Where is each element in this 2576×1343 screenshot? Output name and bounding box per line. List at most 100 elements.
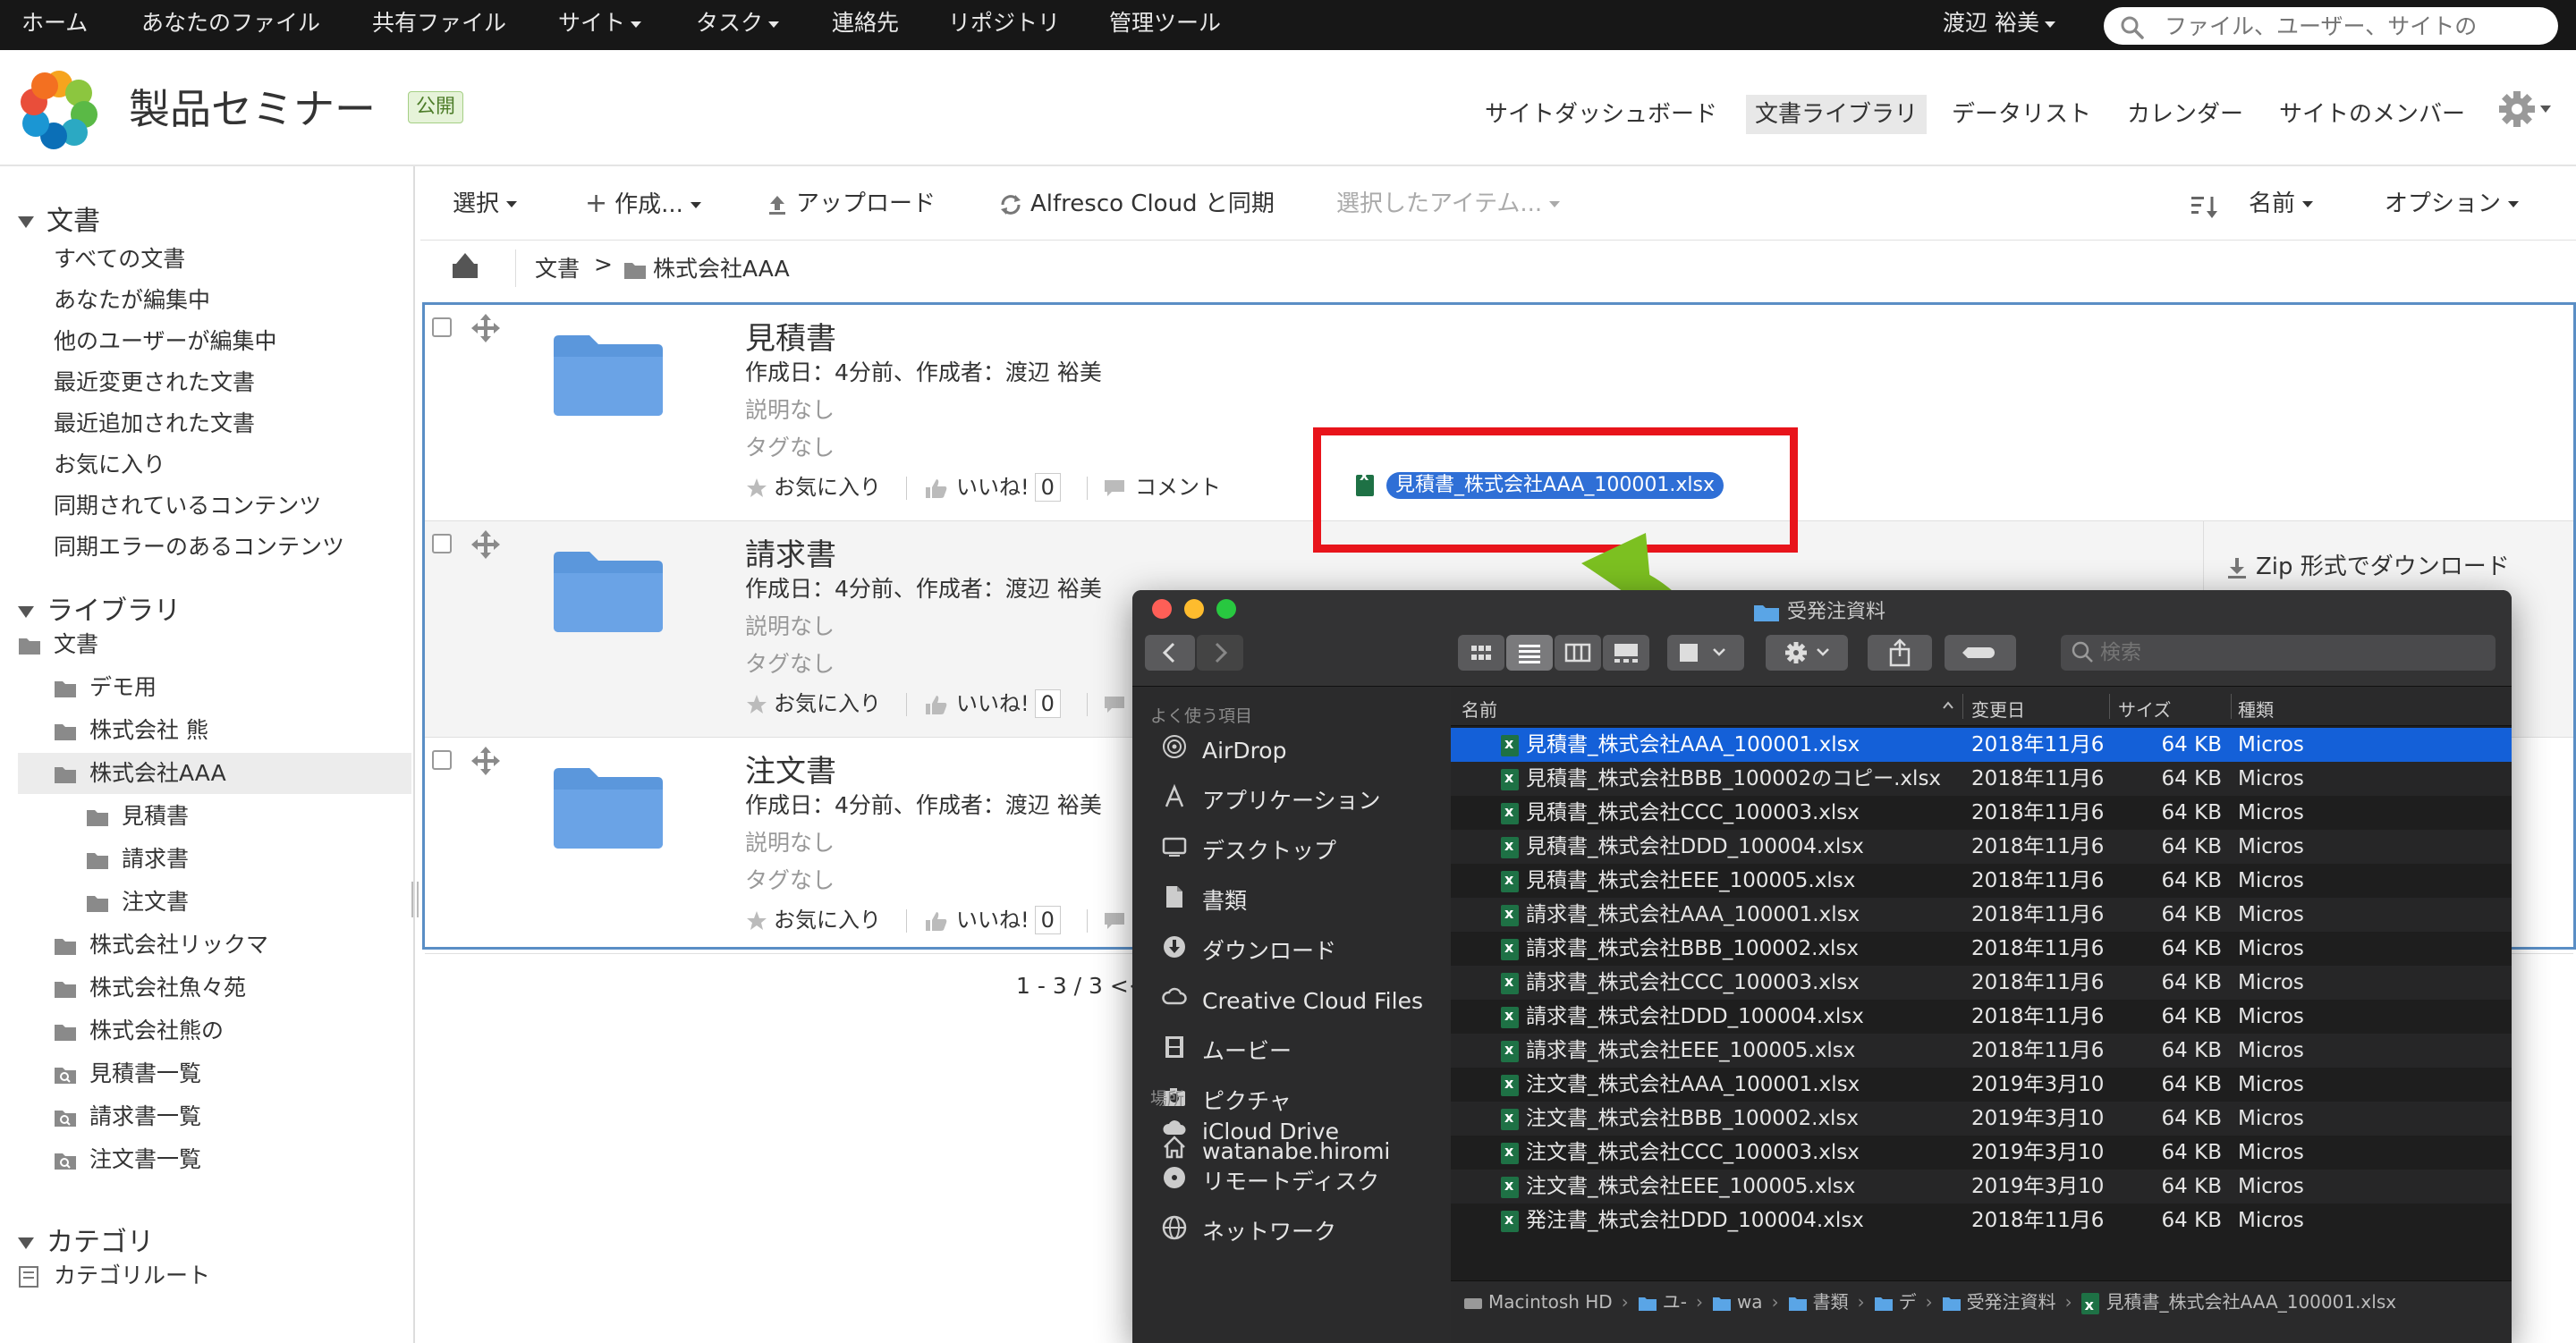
file-row[interactable]: 見積書_株式会社CCC_100003.xlsx 2018年11月6日 0:45 64…: [1451, 796, 2512, 830]
finder-sidebar-item[interactable]: 書類: [1159, 883, 1247, 919]
tree-node[interactable]: 注文書一覧: [54, 1139, 201, 1180]
file-row[interactable]: 見積書_株式会社DDD_100004.xlsx 2018年11月6日 0:45 64…: [1451, 830, 2512, 864]
document-title[interactable]: 見積書: [745, 314, 836, 358]
sidebar-category-heading[interactable]: カテゴリ: [18, 1220, 154, 1259]
like-button[interactable]: いいね! 0: [924, 688, 1061, 720]
user-menu[interactable]: 渡辺 裕美: [1943, 0, 2055, 50]
finder-sidebar-item[interactable]: デスクトップ: [1159, 833, 1336, 869]
tree-node[interactable]: 株式会社熊の: [54, 1010, 224, 1052]
search-input[interactable]: [2165, 11, 2540, 41]
finder-sidebar-item[interactable]: Creative Cloud Files: [1159, 984, 1423, 1019]
path-segment[interactable]: 書類: [1788, 1291, 1849, 1313]
column-divider[interactable]: [2109, 694, 2110, 719]
tree-node[interactable]: 株式会社AAA: [18, 753, 411, 794]
column-view-button[interactable]: [1555, 635, 1601, 671]
document-thumbnail[interactable]: [550, 546, 666, 639]
pagination[interactable]: 1 - 3 / 3 <<: [1016, 973, 1148, 999]
finder-sidebar-item[interactable]: ダウンロード: [1159, 933, 1336, 969]
action-menu-button[interactable]: [1766, 635, 1848, 671]
zip-download-action[interactable]: Zip 形式でダウンロード: [2225, 548, 2510, 581]
document-title[interactable]: 注文書: [745, 747, 836, 790]
column-header-kind[interactable]: 種類: [2238, 696, 2274, 722]
document-thumbnail[interactable]: [550, 763, 666, 856]
column-divider[interactable]: [2231, 694, 2232, 719]
file-row[interactable]: 発注書_株式会社DDD_100004.xlsx 2018年11月6日 0:45 64…: [1451, 1204, 2512, 1237]
filter-editing-others[interactable]: 他のユーザーが編集中: [54, 324, 277, 356]
file-row[interactable]: 注文書_株式会社EEE_100005.xlsx 2019年3月10日 22:06 6…: [1451, 1170, 2512, 1204]
close-window-button[interactable]: [1152, 599, 1172, 619]
nav-repository[interactable]: リポジトリ: [948, 0, 1060, 50]
sidebar-documents-heading[interactable]: 文書: [18, 198, 100, 238]
tree-node[interactable]: 株式会社 熊: [54, 710, 208, 751]
list-view-button[interactable]: [1506, 635, 1553, 671]
site-nav-dashboard[interactable]: サイトダッシュボード: [1485, 95, 1717, 134]
tree-node[interactable]: 株式会社リックマ: [54, 925, 268, 966]
path-segment[interactable]: ユ-: [1638, 1291, 1687, 1313]
tree-node[interactable]: 請求書一覧: [54, 1096, 201, 1137]
tree-node[interactable]: 請求書: [86, 839, 189, 880]
finder-search[interactable]: [2061, 635, 2496, 671]
finder-sidebar-item[interactable]: ムービー: [1159, 1034, 1292, 1069]
column-header-modified[interactable]: 変更日: [1971, 696, 2025, 722]
move-handle[interactable]: [470, 312, 502, 348]
finder-sidebar-item[interactable]: AirDrop: [1159, 733, 1286, 769]
row-checkbox[interactable]: [432, 750, 452, 770]
document-title[interactable]: 請求書: [745, 530, 836, 574]
favorite-button[interactable]: お気に入り: [745, 688, 881, 720]
file-row[interactable]: 請求書_株式会社BBB_100002.xlsx 2018年11月6日 0:45 64…: [1451, 932, 2512, 966]
file-row[interactable]: 見積書_株式会社BBB_100002のコピー.xlsx 2018年11月6日 0:…: [1451, 762, 2512, 796]
finder-sidebar-item[interactable]: ネットワーク: [1159, 1214, 1336, 1250]
file-row[interactable]: 注文書_株式会社BBB_100002.xlsx 2019年3月10日 22:06 6…: [1451, 1102, 2512, 1136]
path-segment[interactable]: 見積書_株式会社AAA_100001.xlsx: [2080, 1285, 2396, 1322]
comment-button[interactable]: コメント: [1103, 471, 1221, 503]
gear-icon[interactable]: [2497, 89, 2556, 129]
global-search[interactable]: [2104, 7, 2558, 45]
sidebar-resize-handle[interactable]: [411, 882, 419, 917]
move-handle[interactable]: [470, 745, 502, 781]
path-segment[interactable]: wa: [1712, 1291, 1763, 1313]
minimize-window-button[interactable]: [1184, 599, 1204, 619]
filter-synced[interactable]: 同期されているコンテンツ: [54, 488, 321, 520]
file-row[interactable]: 見積書_株式会社EEE_100005.xlsx 2018年11月6日 0:45 64…: [1451, 864, 2512, 898]
zoom-window-button[interactable]: [1216, 599, 1236, 619]
create-menu-button[interactable]: + 作成...: [585, 186, 701, 222]
tags-button[interactable]: [1945, 635, 2016, 671]
tree-node[interactable]: 株式会社魚々苑: [54, 967, 246, 1009]
sidebar-library-heading[interactable]: ライブラリ: [18, 588, 181, 628]
tree-node[interactable]: 注文書: [86, 882, 189, 923]
filter-sync-errors[interactable]: 同期エラーのあるコンテンツ: [54, 529, 344, 562]
nav-contacts[interactable]: 連絡先: [832, 0, 899, 50]
finder-search-input[interactable]: [2100, 639, 2476, 666]
folder-up-icon[interactable]: [451, 251, 481, 282]
nav-shared-files[interactable]: 共有ファイル: [372, 0, 506, 50]
filter-recently-modified[interactable]: 最近変更された文書: [54, 365, 255, 397]
options-menu[interactable]: オプション: [2385, 186, 2520, 222]
nav-your-files[interactable]: あなたのファイル: [141, 0, 320, 50]
file-row[interactable]: 請求書_株式会社EEE_100005.xlsx 2018年11月6日 0:45 64…: [1451, 1034, 2512, 1068]
back-button[interactable]: [1145, 635, 1195, 671]
sort-direction-icon[interactable]: [2190, 190, 2220, 225]
forward-button[interactable]: [1197, 635, 1243, 671]
site-nav-data-lists[interactable]: データリスト: [1952, 95, 2091, 134]
path-segment[interactable]: Macintosh HD: [1463, 1291, 1613, 1313]
column-header-size[interactable]: サイズ: [2118, 696, 2171, 722]
move-handle[interactable]: [470, 528, 502, 564]
gallery-view-button[interactable]: [1603, 635, 1649, 671]
file-row[interactable]: 注文書_株式会社AAA_100001.xlsx 2019年3月10日 22:06 6…: [1451, 1068, 2512, 1102]
favorite-button[interactable]: お気に入り: [745, 904, 881, 936]
nav-home[interactable]: ホーム: [21, 0, 88, 50]
cloud-sync-button[interactable]: Alfresco Cloud と同期: [998, 186, 1275, 222]
favorite-button[interactable]: お気に入り: [745, 471, 881, 503]
finder-sidebar-item[interactable]: アプリケーション: [1159, 783, 1381, 819]
filter-recently-added[interactable]: 最近追加された文書: [54, 406, 255, 438]
column-divider[interactable]: [1962, 694, 1963, 719]
file-row[interactable]: 見積書_株式会社AAA_100001.xlsx 2018年11月6日 0:45 64…: [1451, 728, 2512, 762]
finder-sidebar-item[interactable]: iCloud Drive: [1159, 1114, 1339, 1150]
site-nav-members[interactable]: サイトのメンバー: [2279, 95, 2465, 134]
tree-node[interactable]: 見積書一覧: [54, 1053, 201, 1094]
sort-field-menu[interactable]: 名前: [2249, 186, 2314, 222]
share-button[interactable]: [1868, 635, 1932, 671]
tree-node[interactable]: 文書: [18, 624, 98, 665]
breadcrumb-root[interactable]: 文書: [535, 251, 580, 283]
like-button[interactable]: いいね! 0: [924, 904, 1061, 936]
